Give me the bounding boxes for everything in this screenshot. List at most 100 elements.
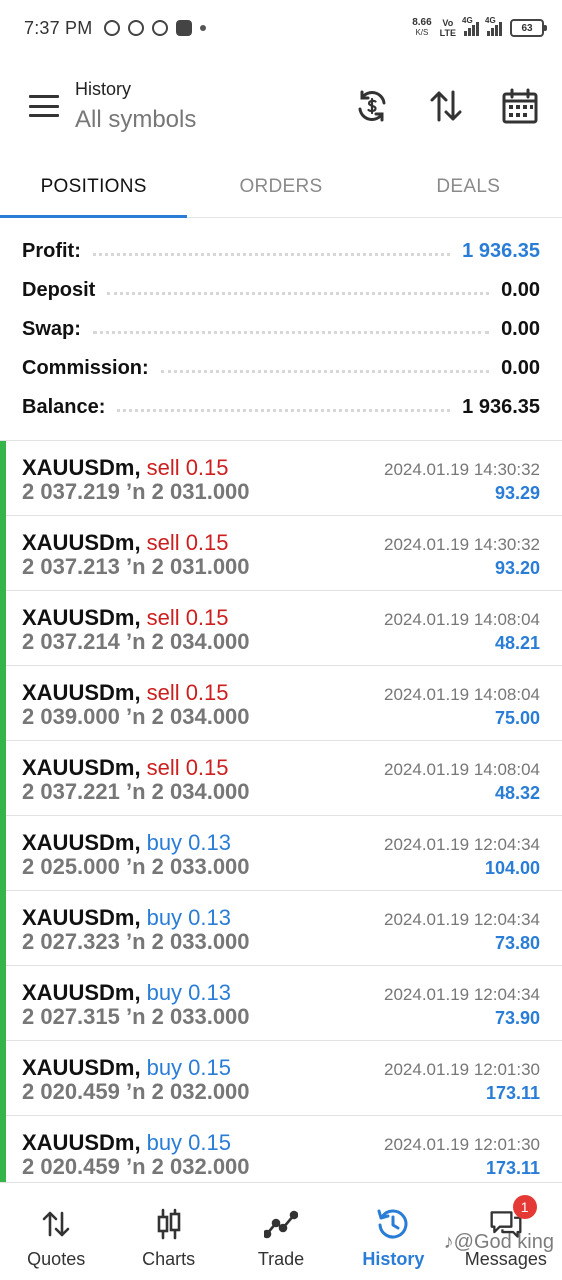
summary-row-swap: Swap: 0.00 <box>0 310 562 349</box>
position-time: 2024.01.19 12:01:30 <box>384 1060 540 1079</box>
position-time: 2024.01.19 14:30:32 <box>384 535 540 554</box>
position-side-volume: sell 0.15 <box>146 455 229 480</box>
menu-icon[interactable] <box>29 95 59 117</box>
position-status-bar <box>0 591 6 666</box>
whatsapp-notification-icon <box>104 20 121 36</box>
position-prices: 2 037.219 ’n 2 031.000 <box>22 479 250 504</box>
position-prices: 2 027.323 ’n 2 033.000 <box>22 929 250 954</box>
position-symbol: XAUUSDm, <box>22 980 141 1005</box>
status-bar: 7:37 PM 8.66 K/S Vo LTE 4G 4G 63 <box>0 0 562 56</box>
summary-row-balance: Balance: 1 936.35 <box>0 388 562 427</box>
position-side-volume: buy 0.15 <box>146 1055 231 1080</box>
charts-icon <box>152 1207 186 1241</box>
position-status-bar <box>0 1041 6 1116</box>
position-profit: 48.32 <box>494 783 540 803</box>
summary-row-commission: Commission: 0.00 <box>0 349 562 388</box>
position-row[interactable]: XAUUSDm, sell 0.15 2024.01.19 14:30:32 2 03… <box>0 516 562 591</box>
position-symbol: XAUUSDm, <box>22 755 141 780</box>
nav-history[interactable]: History <box>337 1183 449 1280</box>
deposit-label: Deposit <box>22 279 96 301</box>
position-prices: 2 025.000 ’n 2 033.000 <box>22 854 250 879</box>
position-side-volume: sell 0.15 <box>146 530 229 555</box>
position-row[interactable]: XAUUSDm, buy 0.13 2024.01.19 12:04:34 2 027… <box>0 891 562 966</box>
position-row[interactable]: XAUUSDm, buy 0.13 2024.01.19 12:04:34 2 027… <box>0 966 562 1041</box>
position-row[interactable]: XAUUSDm, buy 0.15 2024.01.19 12:01:30 2 020… <box>0 1116 562 1182</box>
calendar-icon[interactable] <box>500 86 540 126</box>
position-row[interactable]: XAUUSDm, buy 0.15 2024.01.19 12:01:30 2 020… <box>0 1041 562 1116</box>
messages-badge: 1 <box>512 1195 537 1219</box>
summary-row-deposit: Deposit 0.00 <box>0 271 562 310</box>
position-prices: 2 020.459 ’n 2 032.000 <box>22 1154 250 1179</box>
profit-value: 1 936.35 <box>462 240 540 262</box>
position-row[interactable]: XAUUSDm, sell 0.15 2024.01.19 14:30:32 2 03… <box>0 441 562 516</box>
nav-history-label: History <box>362 1249 425 1269</box>
app-square-notification-icon <box>176 20 193 36</box>
position-symbol: XAUUSDm, <box>22 830 141 855</box>
position-side-volume: sell 0.15 <box>146 680 229 705</box>
position-profit: 173.11 <box>485 1158 540 1178</box>
position-prices: 2 037.221 ’n 2 034.000 <box>22 779 250 804</box>
position-side-volume: buy 0.13 <box>146 830 231 855</box>
position-row[interactable]: XAUUSDm, sell 0.15 2024.01.19 14:08:04 2 03… <box>0 741 562 816</box>
position-symbol: XAUUSDm, <box>22 1055 141 1080</box>
deposit-value: 0.00 <box>501 279 540 301</box>
tab-orders[interactable]: ORDERS <box>187 156 374 217</box>
network-speed-value: 8.66 <box>412 17 432 28</box>
nav-quotes-label: Quotes <box>27 1249 86 1269</box>
network-speed: 8.66 K/S <box>412 18 431 38</box>
position-symbol: XAUUSDm, <box>22 1130 141 1155</box>
nav-trade[interactable]: Trade <box>225 1183 337 1280</box>
signal-strength-icon-1: 4G <box>462 16 479 36</box>
profit-label: Profit: <box>22 240 81 262</box>
refresh-currency-icon[interactable] <box>352 86 392 126</box>
nav-messages[interactable]: 1 Messages <box>450 1183 562 1280</box>
summary-row-profit: Profit: 1 936.35 <box>0 232 562 271</box>
signal-2-label: 4G <box>485 16 496 25</box>
position-time: 2024.01.19 12:01:30 <box>384 1135 540 1154</box>
balance-label: Balance: <box>22 396 106 418</box>
position-row[interactable]: XAUUSDm, buy 0.13 2024.01.19 12:04:34 2 025… <box>0 816 562 891</box>
position-time: 2024.01.19 14:08:04 <box>384 610 540 629</box>
volte-top: Vo <box>442 18 454 28</box>
nav-charts[interactable]: Charts <box>112 1183 224 1280</box>
position-symbol: XAUUSDm, <box>22 905 141 930</box>
position-time: 2024.01.19 14:08:04 <box>384 685 540 704</box>
position-profit: 104.00 <box>484 858 540 878</box>
position-status-bar <box>0 891 6 966</box>
swap-label: Swap: <box>22 318 81 340</box>
volte-bottom: LTE <box>439 28 456 38</box>
nav-trade-label: Trade <box>257 1249 305 1269</box>
tab-positions[interactable]: POSITIONS <box>0 156 188 218</box>
position-profit: 48.21 <box>494 633 540 653</box>
position-status-bar <box>0 1116 6 1182</box>
signal-1-label: 4G <box>462 16 473 25</box>
bottom-navigation: Quotes Charts Trade History 1 Messages ♪… <box>0 1182 562 1280</box>
position-symbol: XAUUSDm, <box>22 605 141 630</box>
position-profit: 173.11 <box>485 1083 540 1103</box>
position-side-volume: sell 0.15 <box>146 605 229 630</box>
position-time: 2024.01.19 12:04:34 <box>384 910 540 929</box>
position-side-volume: sell 0.15 <box>146 755 229 780</box>
history-tabs: POSITIONS ORDERS DEALS <box>0 156 562 218</box>
symbol-filter[interactable]: All symbols <box>75 106 196 134</box>
position-prices: 2 037.213 ’n 2 031.000 <box>22 554 250 579</box>
position-profit: 93.20 <box>494 558 540 578</box>
app-bar: History All symbols <box>0 56 562 156</box>
volte-indicator: Vo LTE <box>440 18 456 38</box>
network-speed-unit: K/S <box>415 28 429 37</box>
position-prices: 2 039.000 ’n 2 034.000 <box>22 704 250 729</box>
status-time: 7:37 PM <box>24 17 93 38</box>
notification-icons <box>104 20 207 36</box>
tab-deals[interactable]: DEALS <box>375 156 562 217</box>
summary-panel: Profit: 1 936.35 Deposit 0.00 Swap: 0.00… <box>0 232 562 427</box>
page-title: History <box>75 78 132 99</box>
position-row[interactable]: XAUUSDm, sell 0.15 2024.01.19 14:08:04 2 03… <box>0 666 562 741</box>
position-time: 2024.01.19 12:04:34 <box>384 835 540 854</box>
nav-quotes[interactable]: Quotes <box>0 1183 112 1280</box>
sort-icon[interactable] <box>426 86 466 126</box>
more-notifications-dot-icon <box>200 25 207 31</box>
quotes-icon <box>39 1207 73 1241</box>
position-row[interactable]: XAUUSDm, sell 0.15 2024.01.19 14:08:04 2 03… <box>0 591 562 666</box>
position-status-bar <box>0 966 6 1041</box>
position-prices: 2 020.459 ’n 2 032.000 <box>22 1079 250 1104</box>
